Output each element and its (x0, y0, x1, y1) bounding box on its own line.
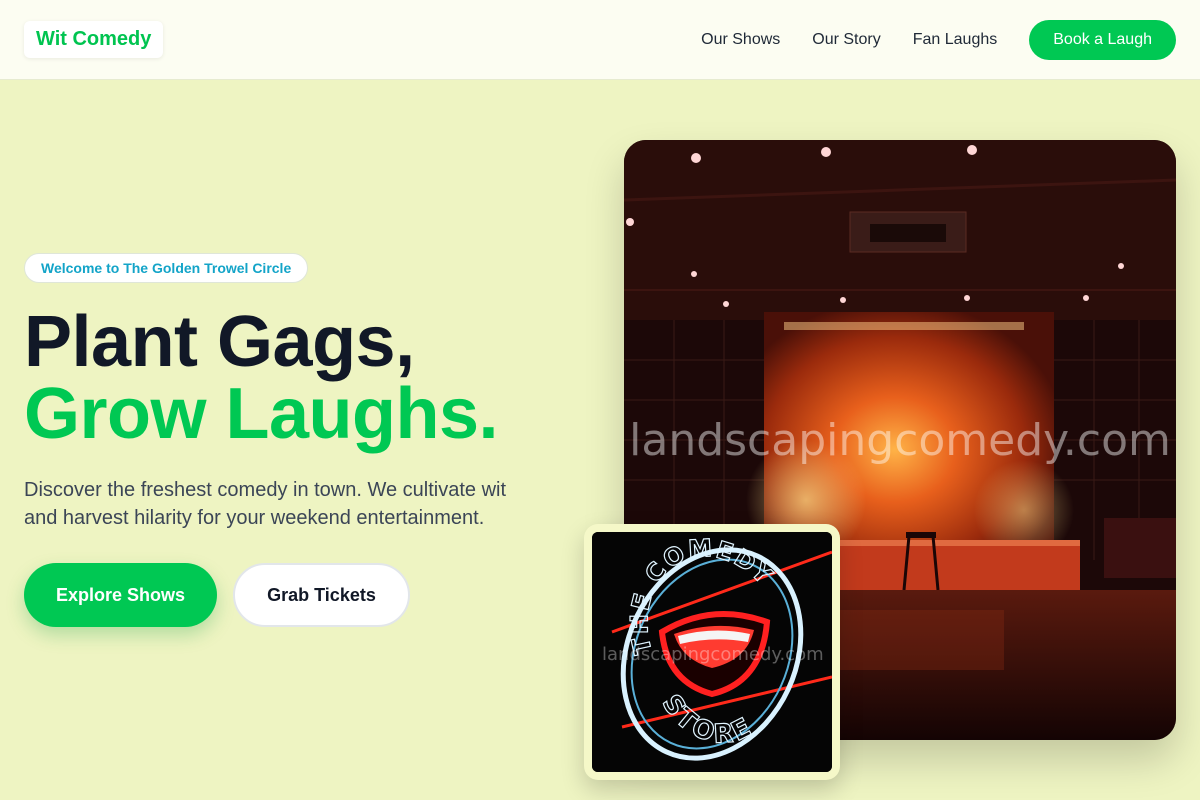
nav-link-our-shows[interactable]: Our Shows (701, 31, 780, 49)
headline-line-2: Grow Laughs. (24, 374, 499, 454)
comedy-sign-photo: THE COMEDY STORE landscapingcomedy.com (592, 532, 832, 772)
headline-line-1: Plant Gags, (24, 302, 415, 382)
site-header: Wit Comedy Our Shows Our Story Fan Laugh… (0, 0, 1200, 80)
sign-photo-card: THE COMEDY STORE landscapingcomedy.com (584, 524, 840, 780)
logo[interactable]: Wit Comedy (24, 21, 164, 58)
explore-shows-button[interactable]: Explore Shows (24, 563, 217, 627)
small-watermark: landscapingcomedy.com (602, 644, 824, 665)
hero-headline: Plant Gags, Grow Laughs. (24, 302, 499, 454)
nav-link-our-story[interactable]: Our Story (812, 31, 880, 49)
main-nav: Our Shows Our Story Fan Laughs Book a La… (701, 19, 1176, 60)
nav-link-fan-laughs[interactable]: Fan Laughs (913, 31, 998, 49)
hero-subtext: Discover the freshest comedy in town. We… (24, 479, 507, 529)
grab-tickets-button[interactable]: Grab Tickets (233, 563, 410, 627)
main-watermark: landscapingcomedy.com (629, 415, 1171, 466)
welcome-badge: Welcome to The Golden Trowel Circle (24, 253, 309, 283)
book-a-laugh-button[interactable]: Book a Laugh (1029, 19, 1176, 60)
